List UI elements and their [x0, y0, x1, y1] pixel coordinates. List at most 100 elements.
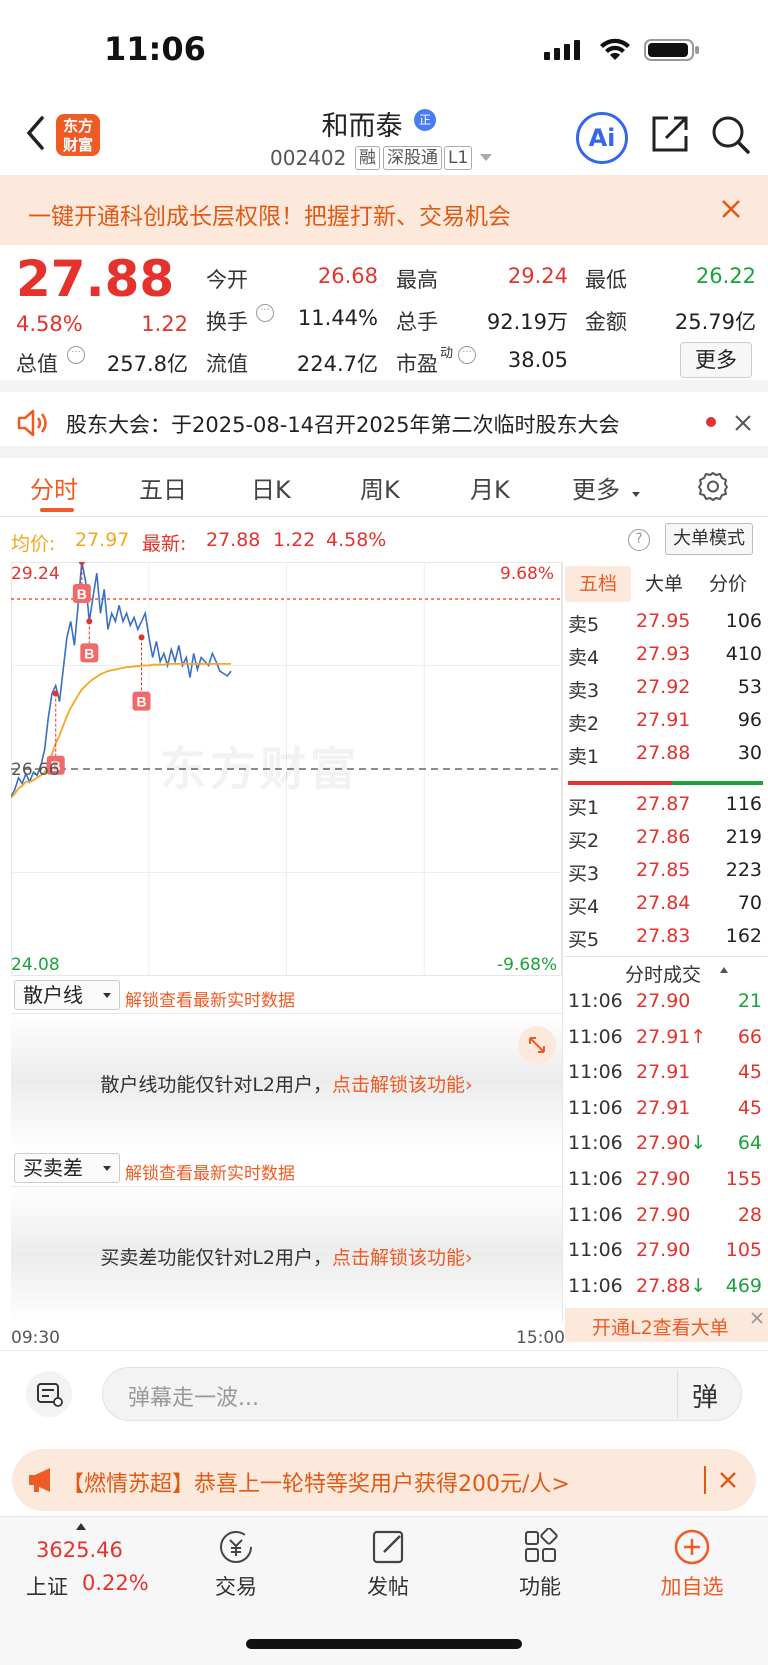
close-icon[interactable]	[750, 1310, 764, 1324]
chevron-right-icon: ›	[465, 1074, 473, 1096]
level-volume: 223	[725, 859, 762, 881]
help-icon[interactable]: ?	[628, 529, 650, 551]
chart-watermark: 东方财富	[160, 742, 360, 796]
nav-features[interactable]: 功能	[500, 1571, 580, 1601]
tab-five-levels[interactable]: 五档	[565, 566, 631, 602]
trade-price: 27.90	[636, 1239, 691, 1262]
trade-price: 27.90	[636, 1168, 691, 1190]
bid-row[interactable]: 买3 27.85 223	[568, 859, 762, 889]
buy-marker-label: B	[77, 586, 87, 602]
tag-stock-connect: 深股通	[383, 146, 442, 170]
panel-message: 买卖差功能仅针对L2用户，	[100, 1247, 333, 1269]
turnover-label: 换手	[206, 310, 248, 334]
dropdown-arrow-icon[interactable]	[480, 154, 492, 161]
tab-more[interactable]: 更多	[572, 470, 620, 505]
danmu-settings-icon[interactable]	[26, 1371, 72, 1417]
ask-row[interactable]: 卖1 27.88 30	[568, 742, 762, 772]
buy-marker-dot	[86, 618, 93, 625]
tab-price-dist[interactable]: 分价	[695, 566, 761, 602]
trades-title[interactable]: 分时成交	[625, 960, 701, 987]
trade-volume: 64	[737, 1132, 762, 1155]
ask-row[interactable]: 卖5 27.95 106	[568, 610, 762, 640]
ai-button[interactable]: Ai	[576, 112, 628, 164]
zheng-badge: 正	[414, 109, 436, 131]
level-label: 买3	[568, 863, 600, 885]
level-label: 买4	[568, 896, 600, 918]
close-icon[interactable]	[720, 198, 742, 220]
tab-monthly-k[interactable]: 月K	[470, 470, 510, 505]
shareholder-notice[interactable]: 股东大会：于2025-08-14召开2025年第二次临时股东大会	[66, 409, 619, 439]
home-indicator	[246, 1639, 522, 1649]
notice-dot	[706, 417, 716, 427]
pe-label: 市盈	[396, 352, 438, 376]
level-price: 27.95	[636, 610, 691, 632]
trade-icon[interactable]	[216, 1528, 256, 1566]
more-button[interactable]: 更多	[680, 342, 752, 378]
level-price: 27.83	[636, 925, 691, 947]
indicator-selector-retail[interactable]: 散户线	[14, 980, 120, 1010]
low-value: 26.22	[695, 264, 756, 288]
l2-banner-text: 开通L2查看大单	[592, 1317, 729, 1339]
share-icon[interactable]	[650, 114, 690, 154]
trade-row: 11:06 27.91↑ 66	[568, 1026, 762, 1056]
divider	[0, 380, 768, 392]
index-value[interactable]: 3625.46	[36, 1538, 123, 1562]
high-value: 29.24	[507, 264, 568, 288]
nav-post[interactable]: 发帖	[348, 1571, 428, 1601]
level-label: 买5	[568, 929, 600, 951]
bid-row[interactable]: 买4 27.84 70	[568, 892, 762, 922]
info-icon[interactable]: ···	[67, 346, 85, 364]
divider	[565, 956, 768, 957]
dropdown-arrow-icon	[103, 993, 111, 998]
unlock-feature-link[interactable]: 点击解锁该功能	[332, 1247, 465, 1269]
search-icon[interactable]	[710, 114, 752, 156]
bid-ask-ratio-bar	[672, 781, 763, 785]
chart-right-border	[562, 562, 563, 1322]
pct-high-label: 9.68%	[500, 564, 555, 584]
amount-label: 金额	[585, 310, 627, 334]
trade-row: 11:06 27.90 21	[568, 990, 762, 1020]
indicator-selector-buysell[interactable]: 买卖差	[14, 1153, 120, 1183]
info-icon[interactable]: ···	[256, 304, 274, 322]
level-price: 27.86	[636, 826, 691, 848]
big-order-mode-button[interactable]: 大单模式	[665, 523, 753, 555]
gear-icon[interactable]	[697, 470, 729, 502]
post-icon[interactable]	[370, 1528, 408, 1566]
avg-price-value: 27.97	[75, 529, 130, 551]
tab-intraday[interactable]: 分时	[30, 470, 78, 505]
expand-icon[interactable]	[518, 1026, 556, 1064]
ask-row[interactable]: 卖2 27.91 96	[568, 709, 762, 739]
nav-add-watchlist[interactable]: 加自选	[652, 1571, 732, 1601]
caret-up-icon	[720, 967, 728, 973]
bid-row[interactable]: 买1 27.87 116	[568, 793, 762, 823]
change-pct: 4.58%	[16, 312, 83, 336]
level-label: 卖4	[568, 647, 600, 669]
trade-price: 27.88 ↓	[636, 1274, 707, 1297]
info-icon[interactable]: ···	[458, 346, 476, 364]
bid-row[interactable]: 买5 27.83 162	[568, 925, 762, 955]
stock-name: 和而泰	[321, 111, 403, 142]
speaker-icon	[16, 408, 50, 438]
bid-row[interactable]: 买2 27.86 219	[568, 826, 762, 856]
tab-big-orders[interactable]: 大单	[631, 566, 697, 602]
tab-weekly-k[interactable]: 周K	[360, 470, 400, 505]
trade-row: 11:06 27.91 45	[568, 1097, 762, 1127]
volume-value: 92.19万	[486, 310, 568, 334]
tab-daily-k[interactable]: 日K	[251, 470, 291, 505]
megaphone-icon	[26, 1466, 58, 1494]
ask-row[interactable]: 卖3 27.92 53	[568, 676, 762, 706]
apps-icon[interactable]	[522, 1527, 560, 1566]
nav-trade[interactable]: 交易	[196, 1571, 276, 1601]
danmu-send-button[interactable]: 弹	[692, 1377, 718, 1414]
trade-volume: 28	[737, 1203, 762, 1226]
unlock-link[interactable]: 解锁查看最新实时数据	[125, 986, 295, 1011]
unlock-link[interactable]: 解锁查看最新实时数据	[125, 1159, 295, 1184]
close-icon[interactable]	[718, 1470, 738, 1490]
ask-row[interactable]: 卖4 27.93 410	[568, 643, 762, 673]
tab-five-day[interactable]: 五日	[139, 470, 187, 505]
trade-time: 11:06	[568, 1132, 623, 1155]
add-watchlist-icon[interactable]	[673, 1528, 711, 1566]
open-value: 26.68	[317, 264, 378, 288]
close-icon[interactable]	[734, 414, 752, 432]
unlock-feature-link[interactable]: 点击解锁该功能	[332, 1074, 465, 1096]
